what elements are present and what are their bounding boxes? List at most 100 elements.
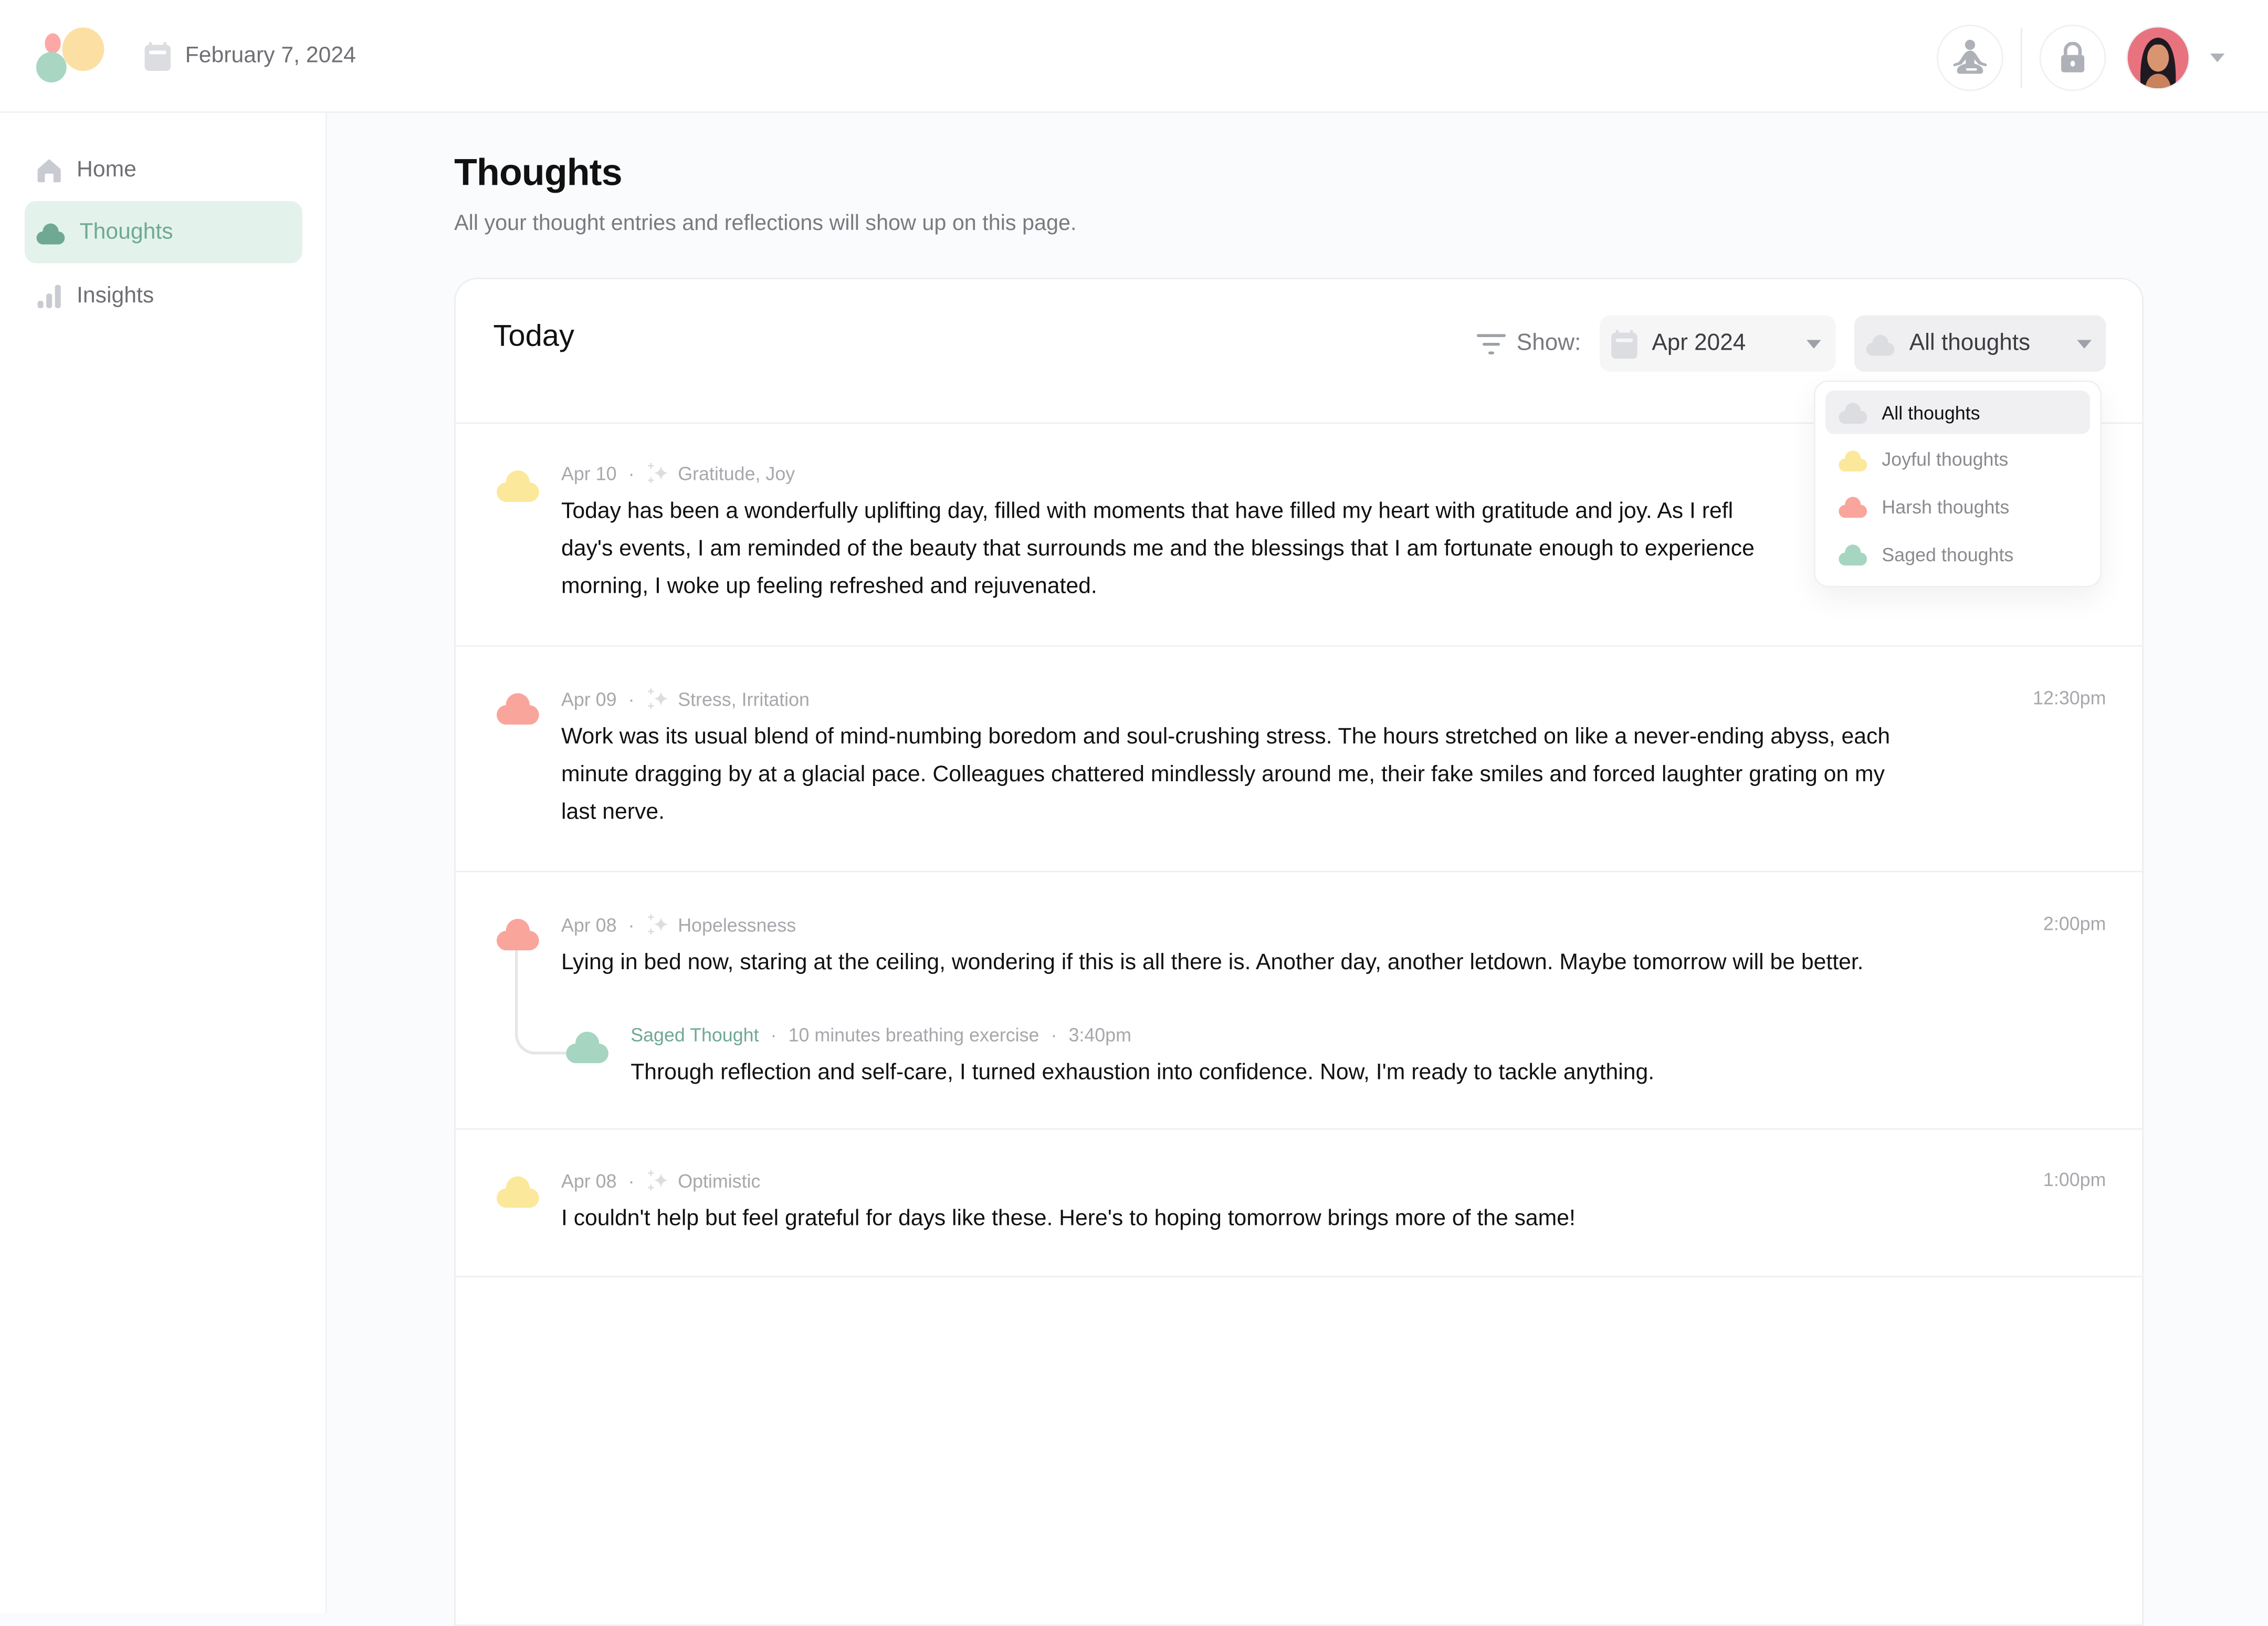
dropdown-option-harsh-thoughts[interactable]: Harsh thoughts <box>1825 485 2090 529</box>
page-subtitle: All your thought entries and reflections… <box>454 211 1077 236</box>
bar-chart-icon <box>37 284 61 308</box>
entry-meta: Apr 10 · Gratitude, Joy <box>561 461 795 485</box>
current-date: February 7, 2024 <box>144 41 356 71</box>
entry-meta: Apr 08 · Hopelessness <box>561 912 796 936</box>
chevron-down-icon <box>1807 339 1821 348</box>
meditation-icon <box>1953 39 1987 74</box>
saged-thought-meta: Saged Thought · 10 minutes breathing exe… <box>631 1024 1131 1046</box>
calendar-icon <box>144 41 171 71</box>
sidebar-item-home[interactable]: Home <box>25 139 302 201</box>
entry-text: Today has been a wonderfully uplifting d… <box>561 493 1979 606</box>
entry-date: Apr 08 <box>561 1169 617 1191</box>
harsh-cloud-icon <box>497 919 539 951</box>
user-avatar[interactable] <box>2126 26 2190 90</box>
separator-dot: · <box>628 462 635 484</box>
app-logo[interactable] <box>36 27 106 85</box>
entry-text-line: Today has been a wonderfully uplifting d… <box>561 499 1734 524</box>
thought-type-select-value: All thoughts <box>1909 330 2031 355</box>
sidebar-item-label: Thoughts <box>79 219 173 244</box>
month-select-value: Apr 2024 <box>1652 330 1746 355</box>
avatar-portrait <box>2127 27 2189 89</box>
meditation-button[interactable] <box>1937 24 2003 91</box>
entry-text: I couldn't help but feel grateful for da… <box>561 1201 1979 1239</box>
entry-date: Apr 09 <box>561 688 617 710</box>
dropdown-option-joyful-thoughts[interactable]: Joyful thoughts <box>1825 438 2090 481</box>
dropdown-option-label: Joyful thoughts <box>1882 448 2009 470</box>
month-select[interactable]: Apr 2024 <box>1600 315 1836 372</box>
logo-dot-red <box>45 33 61 54</box>
separator-dot: · <box>628 913 635 936</box>
sparkle-icon <box>647 914 668 935</box>
entry-emotions: Optimistic <box>678 1169 761 1191</box>
separator-dot: · <box>770 1024 777 1046</box>
sidebar-item-insights[interactable]: Insights <box>25 265 302 327</box>
account-menu-chevron-icon[interactable] <box>2210 53 2225 62</box>
thought-entry[interactable]: Apr 09 · Stress, Irritation 12:30pm Work… <box>455 647 2143 873</box>
entry-emotions: Stress, Irritation <box>678 688 810 710</box>
logo-dot-yellow <box>62 27 104 71</box>
lock-button[interactable] <box>2039 24 2106 91</box>
thought-type-select[interactable]: All thoughts <box>1854 315 2106 372</box>
filter-icon <box>1476 333 1505 354</box>
entry-text-line: I couldn't help but feel grateful for da… <box>561 1206 1576 1231</box>
entry-text: Work was its usual blend of mind-numbing… <box>561 719 1979 832</box>
entry-text-line: Work was its usual blend of mind-numbing… <box>561 725 1891 750</box>
page-header: Thoughts All your thought entries and re… <box>454 145 2140 236</box>
sidebar-item-label: Insights <box>77 282 154 308</box>
joyful-cloud-icon <box>1839 450 1867 471</box>
dropdown-option-saged-thoughts[interactable]: Saged thoughts <box>1825 532 2090 576</box>
entry-time: 2:00pm <box>2043 912 2106 935</box>
harsh-cloud-icon <box>497 693 539 725</box>
entry-meta: Apr 09 · Stress, Irritation <box>561 687 810 710</box>
dropdown-option-all-thoughts[interactable]: All thoughts <box>1825 390 2091 434</box>
entry-text-line: last nerve. <box>561 800 665 825</box>
chevron-down-icon <box>2077 339 2092 348</box>
home-icon <box>37 158 61 182</box>
joyful-cloud-icon <box>497 470 539 502</box>
date-text: February 7, 2024 <box>185 43 356 68</box>
entry-text-line: morning, I woke up feeling refreshed and… <box>561 574 1097 599</box>
sidebar: Home Thoughts Insights <box>0 112 327 1613</box>
cloud-icon <box>36 223 65 244</box>
thought-entry[interactable]: Apr 08 · Hopelessness 2:00pm Lying in be… <box>455 872 2143 1130</box>
saged-cloud-icon <box>566 1032 608 1063</box>
thought-entry[interactable]: Apr 08 · Optimistic 1:00pm I couldn't he… <box>455 1130 2143 1277</box>
joyful-cloud-icon <box>497 1176 539 1208</box>
separator-dot: · <box>628 688 635 710</box>
dropdown-option-label: Saged thoughts <box>1882 543 2014 565</box>
entry-time: 12:30pm <box>2033 687 2106 709</box>
saged-time: 3:40pm <box>1068 1024 1131 1046</box>
calendar-icon <box>1611 329 1637 358</box>
separator-dot: · <box>628 1169 635 1191</box>
entry-date: Apr 10 <box>561 462 617 484</box>
show-label: Show: <box>1516 330 1581 355</box>
entry-text-line: Lying in bed now, staring at the ceiling… <box>561 950 1864 975</box>
entry-date: Apr 08 <box>561 913 617 936</box>
saged-thought-label: Saged Thought <box>631 1024 759 1046</box>
page-title: Thoughts <box>454 150 622 194</box>
sparkle-icon <box>647 463 668 484</box>
logo-dot-green <box>36 52 67 83</box>
saged-cloud-icon <box>1839 544 1867 566</box>
dropdown-option-label: All thoughts <box>1882 401 1980 423</box>
saged-activity: 10 minutes breathing exercise <box>788 1024 1040 1046</box>
entry-text-line: minute dragging by at a glacial pace. Co… <box>561 762 1885 787</box>
entry-text-line: Through reflection and self-care, I turn… <box>631 1060 1655 1085</box>
saged-thought-text: Through reflection and self-care, I turn… <box>631 1054 2048 1092</box>
thread-connector <box>514 950 567 1055</box>
sparkle-icon <box>647 688 668 709</box>
cloud-icon <box>1839 403 1867 424</box>
sidebar-item-label: Home <box>77 156 136 182</box>
entry-emotions: Gratitude, Joy <box>678 462 795 484</box>
section-title: Today <box>493 319 574 353</box>
entry-text-line: day's events, I am reminded of the beaut… <box>561 537 1755 561</box>
separator-dot: · <box>1051 1024 1057 1046</box>
filters: Show: Apr 2024 All thoughts <box>1476 315 2106 372</box>
sparkle-icon <box>647 1170 668 1191</box>
sidebar-item-thoughts[interactable]: Thoughts <box>24 201 302 264</box>
entry-emotions: Hopelessness <box>678 913 796 936</box>
entry-text: Lying in bed now, staring at the ceiling… <box>561 945 1979 982</box>
top-bar: February 7, 2024 <box>0 0 2268 113</box>
harsh-cloud-icon <box>1839 497 1867 519</box>
dropdown-option-label: Harsh thoughts <box>1882 496 2010 518</box>
